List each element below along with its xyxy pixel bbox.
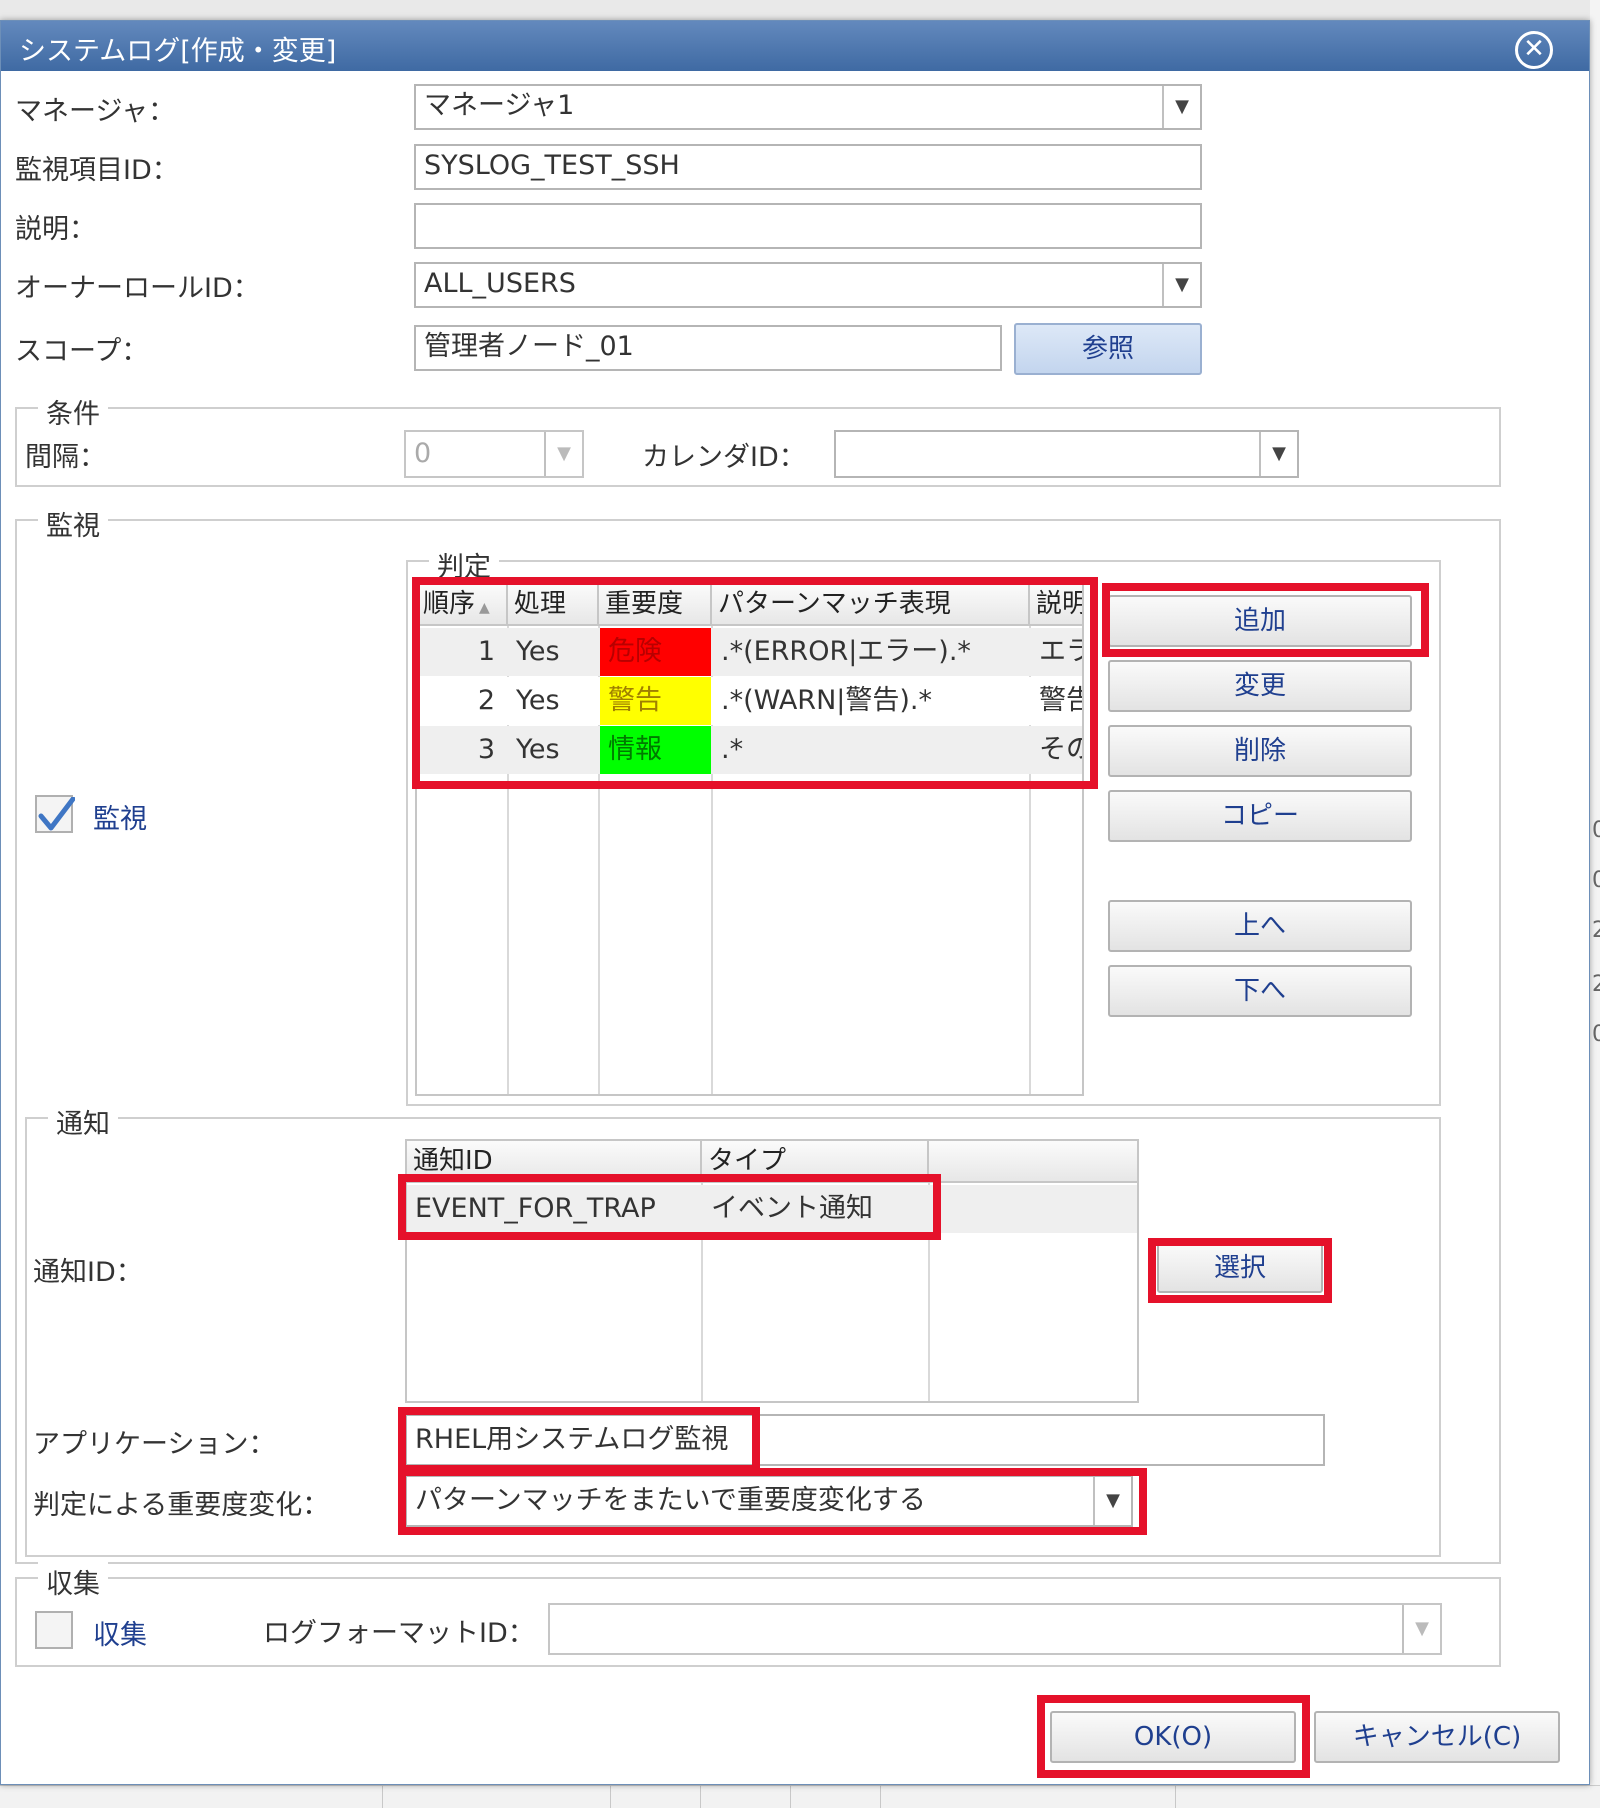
application-label: アプリケーション：: [33, 1429, 276, 1460]
chevron-down-icon[interactable]: ▼: [1162, 86, 1200, 128]
scope-input[interactable]: 管理者ノード_01: [414, 325, 1002, 371]
highlight-box: [1102, 583, 1429, 657]
scope-label: スコープ：: [15, 336, 149, 367]
highlight-box: [1037, 1695, 1310, 1778]
modify-button[interactable]: 変更: [1108, 660, 1412, 712]
description-label: 説明：: [15, 214, 96, 245]
cancel-button[interactable]: キャンセル(C): [1314, 1711, 1560, 1763]
manager-value: マネージャ1: [424, 90, 575, 121]
highlight-box: [398, 1407, 760, 1473]
chevron-down-icon[interactable]: ▼: [1259, 432, 1297, 476]
scope-browse-button[interactable]: 参照: [1014, 323, 1202, 375]
monitor-id-input[interactable]: SYSLOG_TEST_SSH: [414, 144, 1202, 190]
chevron-down-icon[interactable]: ▼: [544, 432, 582, 476]
notify-legend: 通知: [48, 1102, 118, 1141]
background-text: 0: [1592, 818, 1600, 843]
monitor-legend: 監視: [38, 504, 108, 543]
dialog-titlebar: システムログ[作成・変更] ✕: [1, 21, 1589, 71]
background-grid-divider: [700, 1785, 701, 1808]
background-grid-divider: [1175, 1785, 1176, 1808]
background-grid-divider: [790, 1785, 791, 1808]
priority-change-label: 判定による重要度変化：: [33, 1490, 330, 1521]
interval-value: 0: [414, 438, 432, 469]
background-text: 0: [1592, 868, 1600, 893]
highlight-box: [1148, 1238, 1332, 1303]
calendar-id-label: カレンダID：: [642, 442, 806, 473]
monitor-checkbox-label: 監視: [93, 804, 147, 835]
collect-checkbox-label: 収集: [93, 1620, 147, 1651]
background-grid-footer: [0, 1785, 1600, 1808]
close-icon[interactable]: ✕: [1515, 31, 1553, 69]
background-grid-divider: [382, 1785, 383, 1808]
chevron-down-icon[interactable]: ▼: [1402, 1605, 1440, 1653]
copy-button[interactable]: コピー: [1108, 790, 1412, 842]
log-format-id-label: ログフォーマットID：: [263, 1618, 535, 1649]
syslog-dialog: システムログ[作成・変更] ✕ マネージャ： マネージャ1 ▼ 監視項目ID： …: [0, 20, 1590, 1785]
monitor-id-label: 監視項目ID：: [15, 155, 179, 186]
background-grid-divider: [610, 1785, 611, 1808]
manager-select[interactable]: マネージャ1 ▼: [414, 84, 1202, 130]
background-text: 2: [1592, 972, 1600, 997]
owner-role-value: ALL_USERS: [424, 268, 576, 299]
interval-label: 間隔：: [25, 442, 106, 473]
owner-role-select[interactable]: ALL_USERS ▼: [414, 262, 1202, 308]
dialog-title: システムログ[作成・変更]: [19, 36, 337, 67]
owner-role-label: オーナーロールID：: [15, 273, 260, 304]
interval-select[interactable]: 0 ▼: [404, 430, 584, 478]
log-format-id-select[interactable]: ▼: [548, 1603, 1442, 1655]
highlight-box: [412, 577, 1098, 789]
description-input[interactable]: [414, 203, 1202, 249]
conditions-legend: 条件: [38, 392, 108, 431]
checkmark-icon: [38, 796, 76, 831]
monitor-checkbox[interactable]: [35, 795, 76, 833]
collect-legend: 収集: [38, 1562, 108, 1601]
move-up-button[interactable]: 上へ: [1108, 900, 1412, 952]
background-panel-edge: [1590, 0, 1600, 1808]
collect-checkbox[interactable]: [35, 1611, 73, 1649]
notify-id-label: 通知ID：: [33, 1257, 143, 1288]
manager-label: マネージャ：: [15, 96, 176, 127]
highlight-box: [398, 1468, 1147, 1535]
calendar-id-select[interactable]: ▼: [834, 430, 1299, 478]
delete-button[interactable]: 削除: [1108, 725, 1412, 777]
highlight-box: [398, 1174, 941, 1240]
background-grid-divider: [880, 1785, 881, 1808]
background-text: 2: [1592, 918, 1600, 943]
move-down-button[interactable]: 下へ: [1108, 965, 1412, 1017]
background-text: 0: [1592, 1022, 1600, 1047]
chevron-down-icon[interactable]: ▼: [1162, 264, 1200, 306]
